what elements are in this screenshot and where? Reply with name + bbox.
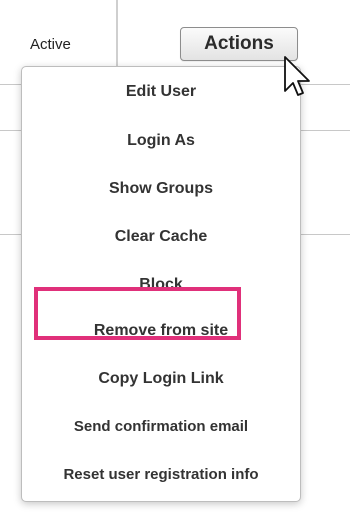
menu-item-show-groups[interactable]: Show Groups xyxy=(22,174,300,204)
mouse-pointer-icon xyxy=(284,56,310,96)
user-status: Active xyxy=(30,36,71,53)
menu-item-send-confirmation-email[interactable]: Send confirmation email xyxy=(22,412,300,442)
menu-item-login-as[interactable]: Login As xyxy=(22,126,300,156)
menu-item-reset-user-registration-info[interactable]: Reset user registration info xyxy=(22,460,300,490)
menu-item-clear-cache[interactable]: Clear Cache xyxy=(22,222,300,252)
table-column-divider xyxy=(116,0,118,70)
actions-button[interactable]: Actions xyxy=(180,27,298,61)
menu-item-edit-user[interactable]: Edit User xyxy=(22,77,300,107)
menu-item-copy-login-link[interactable]: Copy Login Link xyxy=(22,364,300,394)
highlight-box xyxy=(34,287,241,340)
actions-dropdown-menu: Edit User Login As Show Groups Clear Cac… xyxy=(21,66,301,502)
